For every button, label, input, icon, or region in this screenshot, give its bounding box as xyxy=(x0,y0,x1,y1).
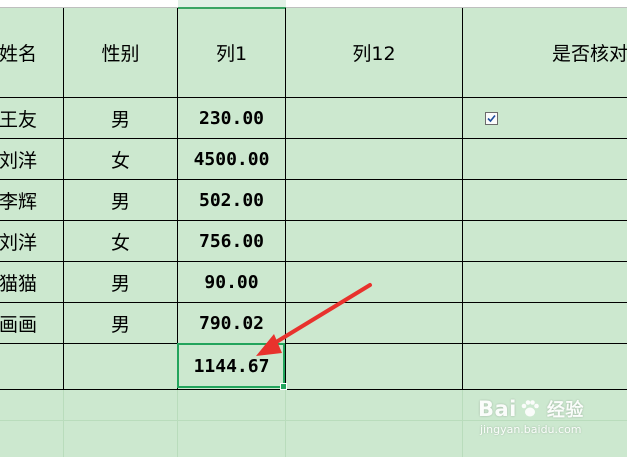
baidu-watermark: Bai 经验 jingyan.baidu.com xyxy=(478,396,618,446)
spreadsheet: 姓名 性别 列1 列12 是否核对 王友 男 230.00 刘洋 女 4500.… xyxy=(0,0,627,457)
watermark-brand-suffix: 经验 xyxy=(546,400,584,421)
paw-icon xyxy=(521,400,539,417)
annotation-arrow-icon xyxy=(256,283,372,356)
watermark-url: jingyan.baidu.com xyxy=(480,423,582,436)
watermark-logo: Bai 经验 xyxy=(478,396,584,422)
watermark-brand: Bai xyxy=(478,397,517,421)
